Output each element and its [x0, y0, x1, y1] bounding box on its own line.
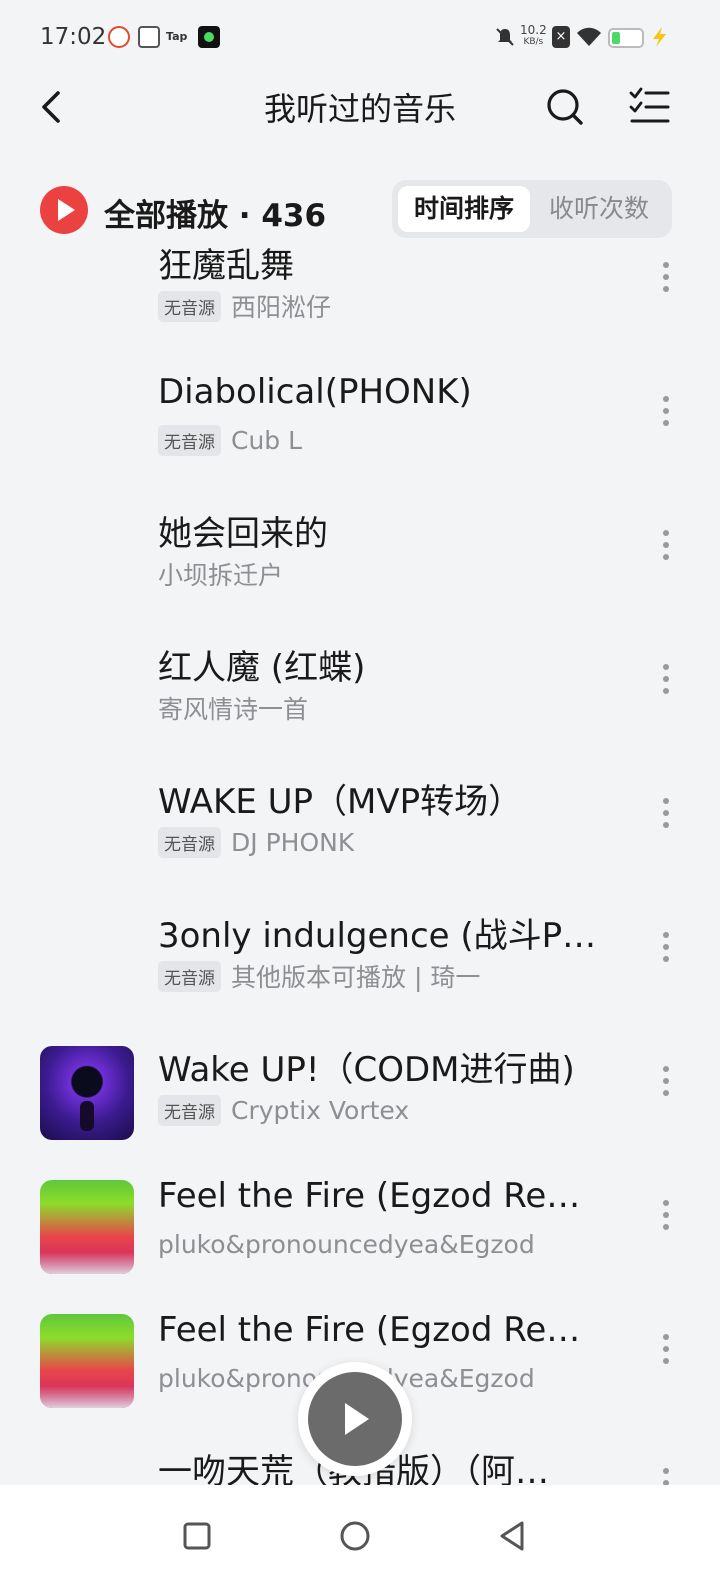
- floating-play-button[interactable]: [298, 1362, 412, 1476]
- back-nav-icon: [500, 1521, 524, 1551]
- more-options-button[interactable]: [656, 1334, 676, 1374]
- wifi-icon: [576, 26, 602, 48]
- sort-by-time-tab[interactable]: 时间排序: [398, 186, 530, 232]
- speed-unit: KB/s: [523, 37, 544, 47]
- song-artist: Cryptix Vortex: [231, 1095, 410, 1125]
- song-artist: 小坝拆迁户: [158, 561, 284, 590]
- more-options-button[interactable]: [656, 1066, 676, 1106]
- song-subtitle: 无音源 DJ PHONK: [158, 826, 354, 858]
- song-artist: 寄风情诗一首: [158, 695, 309, 724]
- song-title: 3only indulgence (战斗P…: [158, 916, 597, 956]
- app-icon-red: [108, 26, 130, 48]
- song-row[interactable]: 3only indulgence (战斗P… 无音源 其他版本可播放 | 琦一: [0, 896, 720, 1030]
- song-title: 狂魔乱舞: [158, 246, 294, 286]
- song-title: Feel the Fire (Egzod Re…: [158, 1176, 581, 1216]
- recent-apps-icon: [183, 1522, 211, 1550]
- song-title: Wake UP!（CODM进行曲): [158, 1050, 575, 1090]
- app-icon-black: [198, 26, 220, 48]
- song-artist: DJ PHONK: [231, 827, 355, 857]
- play-all-button[interactable]: [40, 186, 88, 234]
- song-title: WAKE UP（MVP转场）: [158, 782, 523, 822]
- sort-toggle: 时间排序 收听次数: [392, 180, 672, 238]
- header: 我听过的音乐: [0, 78, 720, 138]
- song-row[interactable]: Wake UP!（CODM进行曲) 无音源 Cryptix Vortex: [0, 1030, 720, 1164]
- no-source-badge: 无音源: [158, 960, 221, 992]
- song-artist: 其他版本可播放 | 琦一: [231, 963, 481, 992]
- wifi-share-icon: [138, 26, 160, 48]
- song-title: Diabolical(PHONK): [158, 372, 472, 412]
- no-source-badge: 无音源: [158, 290, 221, 322]
- song-row[interactable]: Feel the Fire (Egzod Re… pluko&pronounce…: [0, 1164, 720, 1298]
- search-icon: [547, 89, 583, 125]
- more-options-button[interactable]: [656, 932, 676, 972]
- net-speed: 10.2 KB/s: [520, 24, 547, 48]
- song-row[interactable]: 红人魔 (红蝶) 寄风情诗一首: [0, 628, 720, 762]
- more-options-button[interactable]: [656, 530, 676, 570]
- song-subtitle: 小坝拆迁户: [158, 558, 283, 590]
- no-source-badge: 无音源: [158, 826, 221, 858]
- song-row[interactable]: 狂魔乱舞 无音源 西阳淞仔: [0, 240, 720, 360]
- home-icon: [340, 1521, 370, 1551]
- song-row[interactable]: 她会回来的 小坝拆迁户: [0, 494, 720, 628]
- multiselect-button[interactable]: [628, 86, 672, 126]
- more-options-button[interactable]: [656, 1200, 676, 1240]
- song-subtitle: pluko&pronouncedyea&Egzod: [158, 1228, 535, 1260]
- song-subtitle: 无音源 Cub L: [158, 424, 302, 456]
- song-row[interactable]: Diabolical(PHONK) 无音源 Cub L: [0, 360, 720, 494]
- back-nav-button[interactable]: [488, 1511, 538, 1561]
- status-time: 17:02: [40, 24, 107, 50]
- mute-icon: [494, 26, 516, 48]
- charging-icon: [650, 26, 668, 48]
- search-button[interactable]: [544, 86, 586, 128]
- album-cover: [40, 1046, 134, 1140]
- play-all-label[interactable]: 全部播放 · 436: [104, 190, 326, 235]
- status-bar: 17:02 Tap 10.2 KB/s ×: [0, 0, 720, 78]
- song-artist: 西阳淞仔: [231, 293, 332, 322]
- song-title: 红人魔 (红蝶): [158, 648, 366, 688]
- more-options-button[interactable]: [656, 262, 676, 302]
- song-artist: pluko&pronouncedyea&Egzod: [158, 1229, 535, 1259]
- battery-icon: [608, 28, 644, 48]
- song-row[interactable]: WAKE UP（MVP转场） 无音源 DJ PHONK: [0, 762, 720, 896]
- song-title: Feel the Fire (Egzod Re…: [158, 1310, 581, 1350]
- album-cover: [40, 1180, 134, 1274]
- album-cover: [40, 1314, 134, 1408]
- more-options-button[interactable]: [656, 798, 676, 838]
- more-options-button[interactable]: [656, 396, 676, 436]
- multiselect-icon: [629, 87, 670, 123]
- more-options-button[interactable]: [656, 664, 676, 704]
- page-title: 我听过的音乐: [263, 90, 456, 128]
- play-icon: [308, 1372, 402, 1466]
- no-source-badge: 无音源: [158, 1094, 221, 1126]
- tap-icon: Tap: [166, 30, 188, 43]
- song-subtitle: 寄风情诗一首: [158, 692, 308, 724]
- sort-by-plays-tab[interactable]: 收听次数: [532, 186, 666, 232]
- no-source-badge: 无音源: [158, 424, 221, 456]
- play-all-row: 全部播放 · 436 时间排序 收听次数: [0, 180, 720, 240]
- navigation-bar: [0, 1485, 720, 1592]
- more-options-button[interactable]: [656, 1468, 676, 1485]
- song-title: 她会回来的: [158, 514, 328, 554]
- song-subtitle: 无音源 Cryptix Vortex: [158, 1094, 409, 1126]
- speed-value: 10.2: [520, 23, 547, 37]
- sim-off-icon: ×: [552, 26, 570, 48]
- song-list[interactable]: 狂魔乱舞 无音源 西阳淞仔 Diabolical(PHONK) 无音源 Cub …: [0, 240, 720, 1485]
- song-subtitle: 无音源 其他版本可播放 | 琦一: [158, 960, 480, 992]
- song-artist: Cub L: [231, 425, 303, 455]
- recent-apps-button[interactable]: [172, 1511, 222, 1561]
- home-button[interactable]: [330, 1511, 380, 1561]
- song-subtitle: 无音源 西阳淞仔: [158, 290, 331, 322]
